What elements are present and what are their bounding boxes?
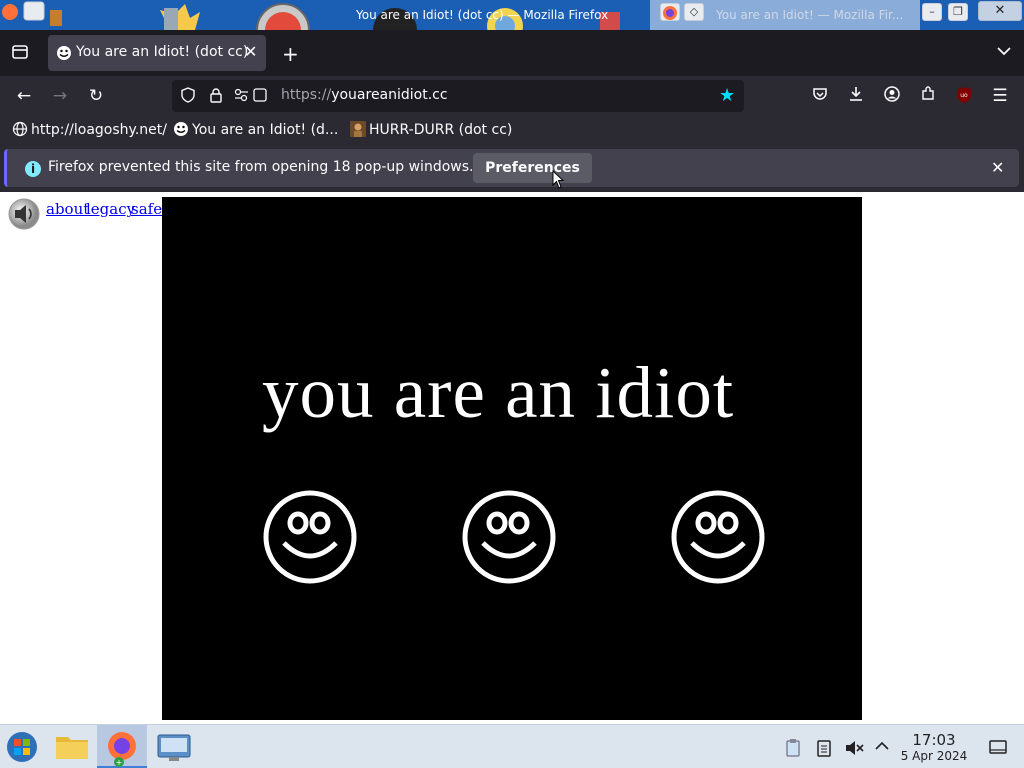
- url-host: youareanidiot.cc: [331, 87, 448, 103]
- storage-tray-icon[interactable]: [815, 738, 833, 762]
- shield-icon[interactable]: [180, 87, 196, 107]
- start-orb-icon: [7, 732, 37, 762]
- legacy-link[interactable]: legacy: [86, 200, 135, 218]
- clipboard-tray-icon[interactable]: [784, 738, 802, 762]
- show-hidden-icons-chevron-icon[interactable]: [874, 738, 890, 758]
- popup-blocked-notification: i Firefox prevented this site from openi…: [0, 144, 1024, 192]
- close-notification-icon[interactable]: ✕: [991, 158, 1004, 177]
- new-tab-icon[interactable]: +: [282, 42, 299, 66]
- address-bar[interactable]: https://youareanidiot.cc ★: [172, 80, 744, 112]
- bookmark-item[interactable]: http://loagoshy.net/: [12, 121, 167, 138]
- smiley-favicon-icon: [57, 46, 71, 60]
- system-settings-button[interactable]: [149, 725, 199, 768]
- globe-icon: [12, 121, 28, 137]
- forward-icon[interactable]: →: [49, 86, 71, 106]
- ublock-origin-icon[interactable]: uo: [953, 86, 975, 106]
- extensions-icon[interactable]: [917, 86, 939, 106]
- bookmark-star-icon[interactable]: ★: [719, 85, 735, 106]
- system-settings-icon: [157, 734, 191, 761]
- firefox-view-icon[interactable]: [11, 43, 29, 65]
- taskbar: + 17:03 5 Apr 2024: [0, 724, 1024, 768]
- close-window-button[interactable]: ✕: [978, 1, 1022, 21]
- file-manager-button[interactable]: [48, 725, 98, 768]
- svg-text:uo: uo: [960, 92, 968, 99]
- volume-muted-icon[interactable]: [844, 738, 864, 762]
- window-menu-icon[interactable]: ◇: [684, 3, 704, 21]
- hurr-durr-favicon-icon: [350, 121, 366, 137]
- firefox-icon: +: [108, 732, 136, 767]
- pocket-icon[interactable]: [809, 86, 831, 106]
- window-title: You are an Idiot! (dot cc) — Mozilla Fir…: [356, 8, 609, 22]
- page-headline: you are an idiot: [262, 352, 735, 433]
- speaker-icon[interactable]: [7, 198, 41, 230]
- mouse-cursor-icon: [552, 170, 565, 189]
- web-page: about legacy safe you are an idiot: [0, 192, 1024, 724]
- tab-active[interactable]: You are an Idiot! (dot cc) ✕: [48, 35, 266, 71]
- lock-icon[interactable]: [208, 87, 224, 107]
- url-text[interactable]: https://youareanidiot.cc: [281, 87, 448, 103]
- downloads-icon[interactable]: [845, 86, 867, 106]
- account-icon[interactable]: [881, 86, 903, 106]
- clock[interactable]: 17:03 5 Apr 2024: [898, 731, 970, 764]
- url-scheme: https://: [281, 87, 332, 103]
- clock-time: 17:03: [912, 731, 956, 749]
- bookmark-item[interactable]: You are an Idiot! (d...: [173, 121, 338, 138]
- notification-box: i Firefox prevented this site from openi…: [4, 149, 1019, 187]
- show-desktop-icon[interactable]: [989, 738, 1007, 760]
- notification-message: Firefox prevented this site from opening…: [48, 159, 474, 175]
- smiley-face-icon: [263, 490, 357, 584]
- hamburger-menu-icon[interactable]: ☰: [989, 86, 1011, 106]
- navigation-toolbar: ← → ↻ https://youareanidiot.cc ★ uo ☰: [0, 76, 1024, 116]
- smiley-face-icon: [671, 490, 765, 584]
- smiley-face-icon: [462, 490, 556, 584]
- list-all-tabs-icon[interactable]: [996, 43, 1012, 63]
- maximize-icon[interactable]: ❐: [948, 3, 968, 21]
- clock-date: 5 Apr 2024: [900, 749, 968, 763]
- svg-text:+: +: [116, 758, 123, 767]
- tab-label: You are an Idiot! (dot cc): [76, 44, 249, 60]
- window-titlebar: You are an Idiot! (dot cc) — Mozilla Fir…: [0, 0, 1024, 30]
- minimize-icon[interactable]: –: [922, 3, 942, 21]
- tab-strip: You are an Idiot! (dot cc) ✕ +: [0, 30, 1024, 76]
- background-window-title[interactable]: You are an Idiot! — Mozilla Fir...: [716, 8, 903, 22]
- tab-close-icon[interactable]: ✕: [244, 42, 257, 61]
- start-menu-button[interactable]: [0, 725, 50, 768]
- background-firefox-icon[interactable]: [660, 3, 680, 21]
- reload-icon[interactable]: ↻: [85, 86, 107, 106]
- bookmarks-toolbar: http://loagoshy.net/ You are an Idiot! (…: [0, 116, 1024, 144]
- back-icon[interactable]: ←: [13, 86, 35, 106]
- screen: You are an Idiot! (dot cc) — Mozilla Fir…: [0, 0, 1024, 768]
- bookmark-label: HURR-DURR (dot cc): [369, 122, 513, 138]
- info-icon: i: [25, 161, 41, 177]
- bookmark-item[interactable]: HURR-DURR (dot cc): [350, 121, 512, 138]
- about-link[interactable]: about: [46, 200, 89, 218]
- flash-stage[interactable]: you are an idiot: [162, 197, 862, 720]
- preferences-button[interactable]: Preferences: [473, 153, 592, 183]
- smiley-favicon-icon: [174, 122, 188, 136]
- bookmark-label: http://loagoshy.net/: [31, 122, 167, 138]
- safe-link[interactable]: safe: [131, 200, 162, 218]
- firefox-taskbar-button[interactable]: +: [97, 725, 147, 768]
- folder-icon: [56, 737, 88, 759]
- permissions-icon[interactable]: [234, 87, 268, 107]
- bookmark-label: You are an Idiot! (d...: [192, 122, 339, 138]
